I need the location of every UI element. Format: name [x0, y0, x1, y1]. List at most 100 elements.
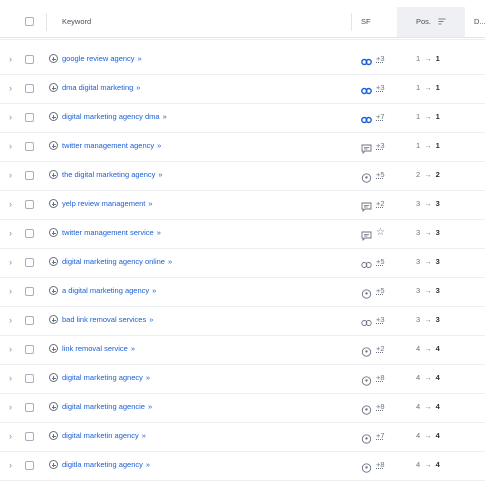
double-chevron-icon[interactable]: »: [138, 54, 142, 63]
double-chevron-icon[interactable]: »: [131, 344, 135, 353]
expand-chevron-icon[interactable]: ›: [9, 306, 12, 334]
double-chevron-icon[interactable]: »: [136, 83, 140, 92]
keyword-link[interactable]: digital marketin agency»: [62, 422, 146, 450]
table-row[interactable]: › twitter management agency» +3 1 → 1: [0, 132, 485, 162]
table-row[interactable]: › a digital marketing agency» +5 3 → 3: [0, 277, 485, 307]
add-keyword-icon[interactable]: [49, 112, 58, 121]
double-chevron-icon[interactable]: »: [157, 228, 161, 237]
keyword-link[interactable]: google review agency»: [62, 45, 142, 73]
sort-icon[interactable]: [438, 18, 446, 26]
row-checkbox[interactable]: [25, 258, 34, 267]
comment-icon[interactable]: [361, 199, 372, 213]
double-chevron-icon[interactable]: »: [157, 141, 161, 150]
double-chevron-icon[interactable]: »: [146, 373, 150, 382]
link-outline-icon[interactable]: [361, 257, 372, 268]
expand-chevron-icon[interactable]: ›: [9, 393, 12, 421]
keyword-link[interactable]: a digital marketing agency»: [62, 277, 156, 305]
add-keyword-icon[interactable]: [49, 228, 58, 237]
table-row[interactable]: › digital marketing agnecy» +8 4 → 4: [0, 364, 485, 394]
row-checkbox[interactable]: [25, 84, 34, 93]
sf-count[interactable]: +5: [376, 277, 385, 305]
expand-chevron-icon[interactable]: ›: [9, 190, 12, 218]
link-outline-icon[interactable]: [361, 315, 372, 326]
row-checkbox[interactable]: [25, 171, 34, 180]
add-keyword-icon[interactable]: [49, 373, 58, 382]
double-chevron-icon[interactable]: »: [146, 460, 150, 469]
expand-chevron-icon[interactable]: ›: [9, 422, 12, 450]
location-icon[interactable]: [361, 170, 372, 183]
add-keyword-icon[interactable]: [49, 54, 58, 63]
keyword-link[interactable]: twitter management service»: [62, 219, 161, 247]
table-row[interactable]: › digital marketing agency dma» +7 1 → 1: [0, 103, 485, 133]
expand-chevron-icon[interactable]: ›: [9, 335, 12, 363]
table-row[interactable]: › google review agency» +3 1 → 1: [0, 45, 485, 75]
expand-chevron-icon[interactable]: ›: [9, 364, 12, 392]
link-icon[interactable]: [361, 112, 372, 124]
double-chevron-icon[interactable]: »: [148, 199, 152, 208]
add-keyword-icon[interactable]: [49, 141, 58, 150]
sf-count[interactable]: +7: [376, 103, 385, 131]
location-icon[interactable]: [361, 431, 372, 444]
row-checkbox[interactable]: [25, 345, 34, 354]
table-row[interactable]: › twitter management service» ☆ 3 → 3: [0, 219, 485, 249]
location-icon[interactable]: [361, 402, 372, 415]
keyword-link[interactable]: digitla marketing agency»: [62, 451, 150, 479]
sf-count[interactable]: +3: [376, 306, 385, 334]
expand-chevron-icon[interactable]: ›: [9, 161, 12, 189]
sf-count[interactable]: +3: [376, 74, 385, 102]
expand-chevron-icon[interactable]: ›: [9, 103, 12, 131]
add-keyword-icon[interactable]: [49, 257, 58, 266]
keyword-link[interactable]: yelp review management»: [62, 190, 153, 218]
add-keyword-icon[interactable]: [49, 431, 58, 440]
row-checkbox[interactable]: [25, 229, 34, 238]
table-row[interactable]: › dma digital marketing» +3 1 → 1: [0, 74, 485, 104]
sf-count[interactable]: +8: [376, 393, 385, 421]
expand-chevron-icon[interactable]: ›: [9, 219, 12, 247]
double-chevron-icon[interactable]: »: [158, 170, 162, 179]
add-keyword-icon[interactable]: [49, 83, 58, 92]
table-row[interactable]: › link removal service» +2 4 → 4: [0, 335, 485, 365]
link-icon[interactable]: [361, 54, 372, 66]
add-keyword-icon[interactable]: [49, 460, 58, 469]
sf-count[interactable]: +8: [376, 451, 385, 479]
add-keyword-icon[interactable]: [49, 402, 58, 411]
table-row[interactable]: › digital marketing agency online» +5 3 → 3: [0, 248, 485, 278]
sf-count[interactable]: +5: [376, 248, 385, 276]
row-checkbox[interactable]: [25, 403, 34, 412]
keyword-link[interactable]: link removal service»: [62, 335, 135, 363]
expand-chevron-icon[interactable]: ›: [9, 451, 12, 479]
table-row[interactable]: › digital marketing agencie» +8 4 → 4: [0, 393, 485, 423]
row-checkbox[interactable]: [25, 374, 34, 383]
sf-count[interactable]: +3: [376, 45, 385, 73]
keyword-link[interactable]: the digital marketing agency»: [62, 161, 163, 189]
double-chevron-icon[interactable]: »: [163, 112, 167, 121]
location-icon[interactable]: [361, 460, 372, 473]
link-icon[interactable]: [361, 83, 372, 95]
add-keyword-icon[interactable]: [49, 286, 58, 295]
expand-chevron-icon[interactable]: ›: [9, 132, 12, 160]
add-keyword-icon[interactable]: [49, 199, 58, 208]
row-checkbox[interactable]: [25, 316, 34, 325]
add-keyword-icon[interactable]: [49, 344, 58, 353]
table-row[interactable]: › digital marketin agency» +7 4 → 4: [0, 422, 485, 452]
sf-count[interactable]: +8: [376, 364, 385, 392]
row-checkbox[interactable]: [25, 55, 34, 64]
expand-chevron-icon[interactable]: ›: [9, 248, 12, 276]
row-checkbox[interactable]: [25, 142, 34, 151]
expand-chevron-icon[interactable]: ›: [9, 74, 12, 102]
table-row[interactable]: › digitla marketing agency» +8 4 → 4: [0, 451, 485, 481]
sf-count[interactable]: +3: [376, 132, 385, 160]
keyword-link[interactable]: dma digital marketing»: [62, 74, 140, 102]
location-icon[interactable]: [361, 373, 372, 386]
double-chevron-icon[interactable]: »: [142, 431, 146, 440]
double-chevron-icon[interactable]: »: [168, 257, 172, 266]
keyword-link[interactable]: twitter management agency»: [62, 132, 161, 160]
row-checkbox[interactable]: [25, 287, 34, 296]
row-checkbox[interactable]: [25, 461, 34, 470]
keyword-link[interactable]: digital marketing agency online»: [62, 248, 172, 276]
expand-chevron-icon[interactable]: ›: [9, 277, 12, 305]
keyword-link[interactable]: digital marketing agnecy»: [62, 364, 150, 392]
table-row[interactable]: › yelp review management» +2 3 → 3: [0, 190, 485, 220]
double-chevron-icon[interactable]: »: [148, 402, 152, 411]
sf-count[interactable]: +2: [376, 335, 385, 363]
